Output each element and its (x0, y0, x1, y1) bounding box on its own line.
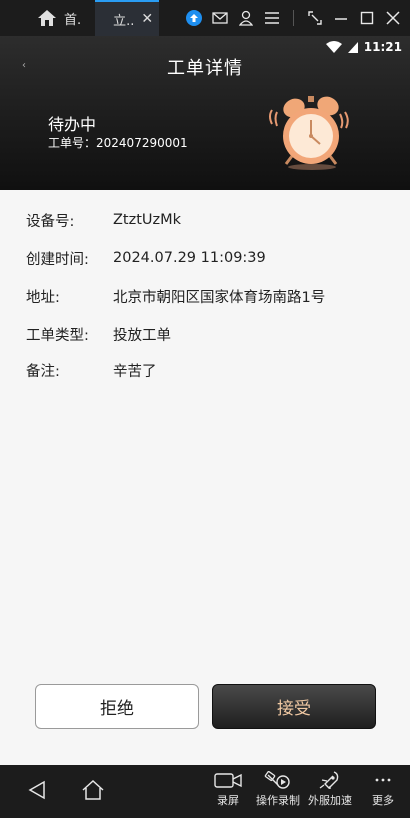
video-camera-icon (214, 773, 242, 788)
order-status: 待办中 (48, 115, 97, 134)
more-button[interactable]: 更多 (372, 771, 394, 808)
detail-row-device: 设备号: ZtztUzMk (0, 208, 410, 232)
detail-label: 地址: (26, 289, 60, 306)
overseas-accelerate-button[interactable]: 外服加速 (308, 771, 352, 808)
record-screen-label: 录屏 (217, 794, 239, 807)
order-header: 11:21 ‹ 工单详情 待办中 工单号：202407290001 (0, 36, 410, 190)
order-number-label: 工单号： (48, 136, 97, 150)
emulator-bottom-bar: 录屏 操作录制 外服加速 更多 (0, 765, 410, 818)
emulator-toolbar (185, 9, 410, 27)
status-time: 11:21 (363, 40, 402, 54)
operation-record-label: 操作录制 (256, 794, 300, 807)
order-number: 工单号：202407290001 (48, 134, 188, 151)
order-number-value: 202407290001 (96, 136, 188, 150)
detail-value: 北京市朝阳区国家体育场南路1号 (113, 289, 326, 306)
detail-label: 创建时间: (26, 251, 89, 268)
detail-label: 备注: (26, 363, 60, 380)
overseas-accelerate-label: 外服加速 (308, 794, 352, 807)
shrink-window-icon[interactable] (306, 9, 324, 27)
detail-row-address: 地址: 北京市朝阳区国家体育场南路1号 (0, 284, 410, 308)
emulator-home-button[interactable] (30, 0, 64, 36)
wifi-icon (325, 41, 342, 53)
macro-play-icon (264, 771, 290, 789)
upload-icon[interactable] (185, 9, 203, 27)
android-status-bar: 11:21 (325, 40, 402, 54)
close-window-icon[interactable] (384, 9, 402, 27)
user-icon[interactable] (237, 9, 255, 27)
detail-row-remark: 备注: 辛苦了 (0, 358, 410, 382)
more-dots-icon (375, 778, 391, 782)
rocket-icon (319, 771, 339, 789)
menu-icon[interactable] (263, 9, 281, 27)
detail-label: 设备号: (26, 213, 75, 230)
detail-row-created-time: 创建时间: 2024.07.29 11:09:39 (0, 246, 410, 270)
toolbar-divider (293, 10, 294, 26)
more-label: 更多 (372, 794, 394, 807)
page-title: 工单详情 (167, 58, 243, 79)
accept-button[interactable]: 接受 (212, 684, 376, 729)
alarm-clock-icon (269, 96, 349, 170)
detail-value: 投放工单 (113, 327, 171, 344)
detail-row-order-type: 工单类型: 投放工单 (0, 322, 410, 346)
tab-app-label: 立.. (113, 13, 135, 29)
minimize-icon[interactable] (332, 9, 350, 27)
tab-home-label: 首. (64, 12, 82, 28)
detail-value: 辛苦了 (113, 363, 157, 380)
detail-label: 工单类型: (26, 327, 89, 344)
detail-value: 2024.07.29 11:09:39 (113, 250, 266, 266)
record-screen-button[interactable]: 录屏 (214, 771, 242, 808)
tab-home[interactable]: 首. (64, 0, 95, 36)
back-triangle-icon[interactable] (28, 780, 46, 800)
maximize-icon[interactable] (358, 9, 376, 27)
tab-app[interactable]: 立.. ✕ (95, 0, 160, 36)
emulator-title-bar: 首. 立.. ✕ (0, 0, 410, 36)
operation-record-button[interactable]: 操作录制 (256, 771, 300, 808)
home-outline-icon[interactable] (81, 779, 105, 801)
detail-value: ZtztUzMk (113, 212, 182, 228)
tab-close-icon[interactable]: ✕ (141, 11, 153, 27)
signal-icon (347, 41, 358, 53)
house-icon (38, 10, 56, 26)
mail-icon[interactable] (211, 9, 229, 27)
reject-button[interactable]: 拒绝 (35, 684, 199, 729)
